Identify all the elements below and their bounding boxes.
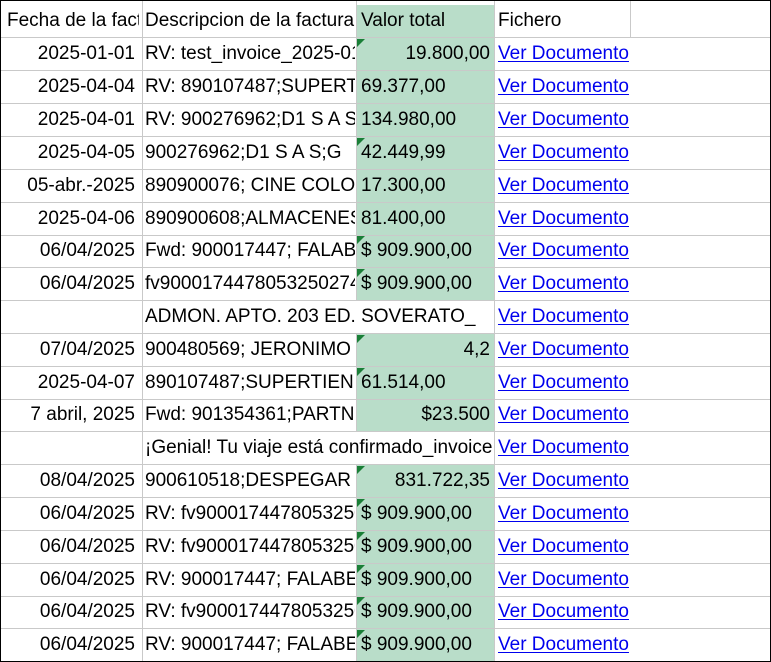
description-cell[interactable]: 900480569; JERONIMO — [145, 334, 355, 366]
description-cell[interactable]: Fwd: 901354361;PARTNER — [145, 399, 355, 431]
ver-documento-link[interactable]: Ver Documento — [498, 71, 768, 103]
date-cell[interactable]: 06/04/2025 — [1, 268, 139, 300]
valor-total-cell[interactable]: $ 909.900,00 — [361, 268, 492, 300]
valor-total-cell[interactable]: $ 909.900,00 — [361, 564, 492, 596]
error-indicator-icon — [357, 532, 365, 540]
valor-total-cell[interactable]: $ 909.900,00 — [361, 531, 492, 563]
error-indicator-icon — [357, 466, 365, 474]
description-cell[interactable]: Fwd: 900017447; FALABELLA — [145, 235, 355, 267]
error-indicator-icon — [357, 597, 365, 605]
valor-total-cell[interactable]: 134.980,00 — [361, 104, 492, 136]
description-cell[interactable]: RV: fv90001744780532502740 — [145, 596, 355, 628]
date-cell[interactable] — [1, 432, 139, 464]
description-cell[interactable]: RV: 900017447; FALABELLA — [145, 564, 355, 596]
description-cell[interactable]: RV: 890107487;SUPERTIENDAS — [145, 71, 355, 103]
description-cell[interactable]: 900276962;D1 S A S;G — [145, 137, 355, 169]
ver-documento-link[interactable]: Ver Documento — [498, 301, 768, 333]
description-cell[interactable]: 890107487;SUPERTIENDAS — [145, 367, 355, 399]
valor-total-cell[interactable]: 69.377,00 — [361, 71, 492, 103]
spreadsheet-grid: Fecha de la factura Descripcion de la fa… — [0, 0, 771, 662]
date-cell[interactable]: 05-abr.-2025 — [1, 170, 139, 202]
valor-total-cell[interactable]: $ 909.900,00 — [361, 498, 492, 530]
date-cell[interactable]: 7 abril, 2025 — [1, 399, 139, 431]
valor-total-cell[interactable]: 81.400,00 — [361, 203, 492, 235]
valor-total-cell[interactable]: 61.514,00 — [361, 367, 492, 399]
valor-total-cell[interactable]: 4,2 — [361, 334, 492, 366]
description-cell[interactable]: fv90001744780532502740 — [145, 268, 355, 300]
date-cell[interactable]: 2025-04-05 — [1, 137, 139, 169]
ver-documento-link[interactable]: Ver Documento — [498, 399, 768, 431]
date-cell[interactable]: 2025-04-06 — [1, 203, 139, 235]
ver-documento-link[interactable]: Ver Documento — [498, 596, 768, 628]
column-gridline — [142, 1, 143, 661]
header-valor-total[interactable]: Valor total — [361, 5, 492, 37]
date-cell[interactable]: 06/04/2025 — [1, 629, 139, 661]
header-descripcion[interactable]: Descripcion de la factura — [145, 5, 355, 37]
date-cell[interactable]: 06/04/2025 — [1, 531, 139, 563]
date-cell[interactable]: 2025-04-04 — [1, 71, 139, 103]
ver-documento-link[interactable]: Ver Documento — [498, 38, 768, 70]
description-cell[interactable]: ¡Genial! Tu viaje está confirmado_invoic… — [145, 432, 494, 464]
ver-documento-link[interactable]: Ver Documento — [498, 432, 768, 464]
ver-documento-link[interactable]: Ver Documento — [498, 334, 768, 366]
ver-documento-link[interactable]: Ver Documento — [498, 531, 768, 563]
error-indicator-icon — [357, 368, 365, 376]
date-cell[interactable] — [1, 301, 139, 333]
date-cell[interactable]: 2025-04-01 — [1, 104, 139, 136]
description-cell[interactable]: 900610518;DESPEGAR — [145, 465, 355, 497]
ver-documento-link[interactable]: Ver Documento — [498, 629, 768, 661]
description-cell[interactable]: RV: fv90001744780532502740 — [145, 498, 355, 530]
valor-total-cell[interactable]: 17.300,00 — [361, 170, 492, 202]
description-cell[interactable]: RV: 900276962;D1 S A S — [145, 104, 355, 136]
ver-documento-link[interactable]: Ver Documento — [498, 564, 768, 596]
description-cell[interactable]: RV: fv90001744780532502740 — [145, 531, 355, 563]
ver-documento-link[interactable]: Ver Documento — [498, 170, 768, 202]
ver-documento-link[interactable]: Ver Documento — [498, 235, 768, 267]
date-cell[interactable]: 06/04/2025 — [1, 235, 139, 267]
valor-total-cell[interactable]: 19.800,00 — [361, 38, 492, 70]
error-indicator-icon — [357, 138, 365, 146]
valor-total-cell[interactable]: $ 909.900,00 — [361, 596, 492, 628]
date-cell[interactable]: 2025-04-07 — [1, 367, 139, 399]
description-cell[interactable]: ADMON. APTO. 203 ED. SOVERATO_ — [145, 301, 494, 333]
error-indicator-icon — [357, 269, 365, 277]
ver-documento-link[interactable]: Ver Documento — [498, 137, 768, 169]
valor-total-cell[interactable]: $ 909.900,00 — [361, 629, 492, 661]
valor-total-cell[interactable]: $ 909.900,00 — [361, 235, 492, 267]
valor-total-cell[interactable]: 42.449,99 — [361, 137, 492, 169]
header-fecha[interactable]: Fecha de la factura — [1, 5, 139, 37]
error-indicator-icon — [357, 335, 365, 343]
ver-documento-link[interactable]: Ver Documento — [498, 104, 768, 136]
date-cell[interactable]: 06/04/2025 — [1, 596, 139, 628]
description-cell[interactable]: 890900608;ALMACENES — [145, 203, 355, 235]
error-indicator-icon — [357, 236, 365, 244]
valor-total-cell[interactable]: $23.500 — [361, 399, 492, 431]
error-indicator-icon — [357, 565, 365, 573]
description-cell[interactable]: RV: 900017447; FALABELLA — [145, 629, 355, 661]
ver-documento-link[interactable]: Ver Documento — [498, 367, 768, 399]
ver-documento-link[interactable]: Ver Documento — [498, 268, 768, 300]
ver-documento-link[interactable]: Ver Documento — [498, 203, 768, 235]
ver-documento-link[interactable]: Ver Documento — [498, 498, 768, 530]
ver-documento-link[interactable]: Ver Documento — [498, 465, 768, 497]
date-cell[interactable]: 07/04/2025 — [1, 334, 139, 366]
error-indicator-icon — [357, 39, 365, 47]
error-indicator-icon — [357, 499, 365, 507]
error-indicator-icon — [357, 630, 365, 638]
column-gridline — [494, 1, 495, 661]
header-fichero[interactable]: Fichero — [498, 5, 768, 37]
description-cell[interactable]: 890900076; CINE COLOMBIA — [145, 170, 355, 202]
date-cell[interactable]: 08/04/2025 — [1, 465, 139, 497]
date-cell[interactable]: 06/04/2025 — [1, 498, 139, 530]
description-cell[interactable]: RV: test_invoice_2025-01-01 — [145, 38, 355, 70]
date-cell[interactable]: 06/04/2025 — [1, 564, 139, 596]
date-cell[interactable]: 2025-01-01 — [1, 38, 139, 70]
valor-total-cell[interactable]: 831.722,35 — [361, 465, 492, 497]
